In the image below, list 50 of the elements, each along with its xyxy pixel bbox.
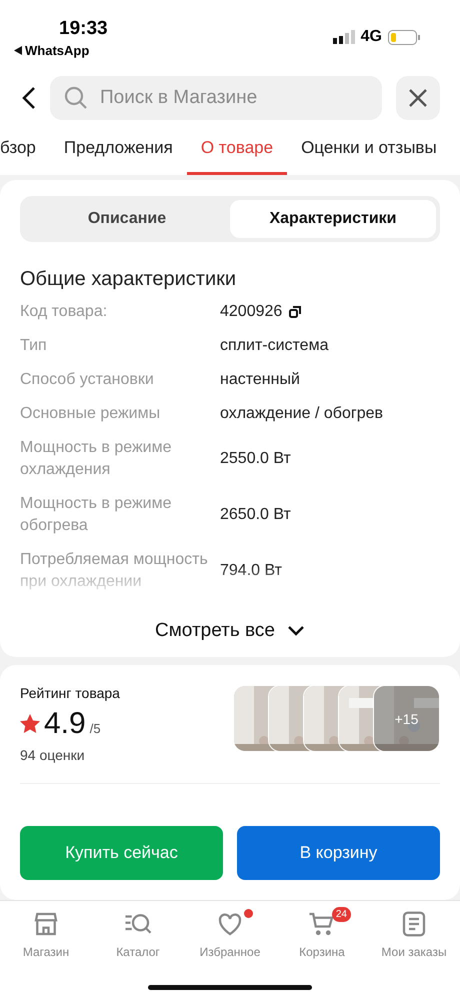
spec-label: Тип (20, 336, 48, 356)
spec-value: 2650.0 Вт (220, 505, 291, 525)
battery-icon (388, 30, 420, 44)
spec-label: Основные режимы (20, 404, 162, 424)
chevron-down-icon (286, 625, 305, 637)
tab[interactable]: О товаре (186, 128, 288, 175)
spec-value: настенный (220, 370, 300, 390)
network-label: 4G (360, 28, 382, 46)
tab[interactable]: Оценки и отзывы (301, 128, 437, 175)
spec-value: охлаждение / обогрев (220, 404, 383, 424)
spec-label: Способ установки (20, 370, 155, 390)
spec-value: 794.0 Вт (220, 561, 282, 581)
tab[interactable]: бзор (0, 128, 36, 175)
close-button[interactable] (396, 76, 440, 120)
back-icon[interactable] (22, 86, 36, 110)
nav-item[interactable]: Корзина (299, 945, 345, 959)
spec-label: Мощность в режиме охлаждения (20, 438, 173, 480)
nav-item[interactable]: Магазин (22, 945, 70, 959)
nav-item[interactable]: Каталог (116, 945, 160, 959)
rating-score: 4.9 (44, 707, 86, 741)
copy-icon[interactable] (289, 306, 302, 318)
back-to-app-link[interactable]: WhatsApp (25, 43, 90, 58)
star-icon (20, 714, 40, 733)
rating-count: 94 оценки (20, 747, 86, 763)
search-input[interactable]: Поиск в Магазине (98, 86, 368, 110)
rating-scale: /5 (90, 721, 101, 736)
spec-value: сплит-система (220, 336, 328, 356)
search-icon (64, 86, 88, 110)
tab[interactable]: Предложения (64, 128, 173, 175)
search-field[interactable]: Поиск в Магазине (50, 76, 382, 120)
section-title: Общие характеристики (20, 268, 238, 291)
spec-label: Мощность в режиме обогрева (20, 494, 173, 536)
cart-count-badge: 24 (332, 907, 351, 922)
nav-item[interactable]: Мои заказы (381, 945, 447, 959)
show-all-button[interactable]: Смотреть все (149, 619, 311, 643)
spec-label: Код товара: (20, 302, 108, 322)
spec-label: Потребляемая мощность при охлаждении (20, 550, 209, 592)
status-time: 19:33 (58, 18, 108, 40)
buy-now-button[interactable]: Купить сейчас (20, 826, 223, 880)
rating-title: Рейтинг товара (20, 685, 120, 701)
nav-item[interactable]: Избранное (200, 945, 260, 959)
spec-value: 2550.0 Вт (220, 449, 291, 469)
signal-icon (332, 30, 355, 44)
spec-value: 4200926 (220, 302, 282, 322)
more-photos-count[interactable]: +15 (374, 686, 439, 751)
close-icon (408, 88, 428, 108)
segment-tab[interactable]: Описание (24, 200, 230, 238)
add-to-cart-button[interactable]: В корзину (237, 826, 440, 880)
segment-tab[interactable]: Характеристики (230, 200, 436, 238)
back-triangle-icon (14, 46, 22, 55)
